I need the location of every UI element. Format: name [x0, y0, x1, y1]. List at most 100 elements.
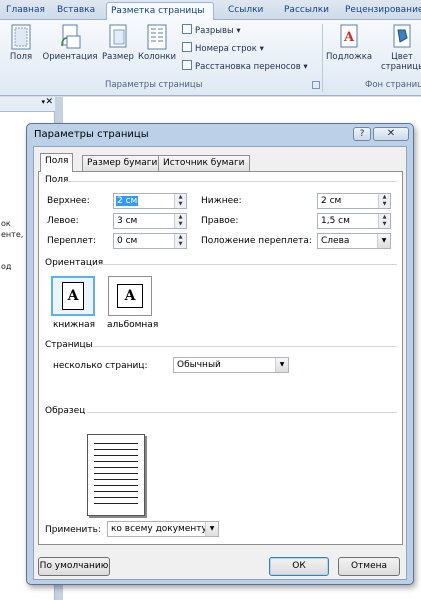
- page-setup-dialog: Параметры страницы ? ✕ Поля Размер бумаг…: [26, 123, 414, 585]
- hyphenation-button[interactable]: Расстановка переносов ▾: [182, 60, 308, 74]
- spin-down-icon[interactable]: ▼: [379, 221, 390, 228]
- section-divider: [97, 264, 397, 265]
- page-color-icon: [393, 24, 411, 48]
- watermark-label: Подложка: [326, 52, 373, 62]
- bottom-margin-spinner[interactable]: ▲ ▼: [378, 194, 390, 208]
- chevron-down-icon[interactable]: ▼: [377, 234, 390, 248]
- tab-margins[interactable]: Поля: [40, 153, 74, 172]
- section-divider: [87, 412, 397, 413]
- top-margin-label: Верхнее:: [47, 196, 90, 206]
- breaks-icon: [182, 24, 192, 34]
- tab-page-layout[interactable]: Разметка страницы: [106, 2, 214, 20]
- bottom-margin-field[interactable]: 2 см ▲ ▼: [317, 193, 391, 209]
- sample-page-preview: [87, 434, 145, 516]
- portrait-label[interactable]: книжная: [53, 320, 95, 330]
- spin-down-icon[interactable]: ▼: [175, 241, 186, 248]
- top-margin-field[interactable]: 2 см ▲ ▼: [113, 193, 187, 209]
- apply-to-value: ко всему документу: [111, 524, 207, 534]
- orientation-icon: [61, 24, 81, 49]
- multiple-pages-value: Обычный: [177, 360, 221, 370]
- doc-fragment-1: ок: [1, 219, 11, 228]
- line-numbers-button[interactable]: Номера строк ▾: [182, 42, 264, 56]
- size-button[interactable]: Размер: [101, 24, 135, 62]
- right-margin-field[interactable]: 1,5 см ▲ ▼: [317, 213, 391, 229]
- spin-up-icon[interactable]: ▲: [175, 234, 186, 241]
- multiple-pages-select[interactable]: Обычный ▼: [173, 357, 289, 373]
- top-margin-spinner[interactable]: ▲ ▼: [174, 194, 186, 208]
- size-label: Размер: [102, 52, 134, 62]
- portrait-page-icon: A: [62, 282, 84, 310]
- tab-references[interactable]: Ссылки: [224, 2, 267, 20]
- chevron-down-icon[interactable]: ▼: [275, 358, 288, 372]
- apply-to-select[interactable]: ко всему документу ▼: [107, 521, 219, 537]
- pane-close-icon[interactable]: ✕: [45, 97, 53, 107]
- gutter-position-select[interactable]: Слева ▼: [317, 233, 391, 249]
- margins-button[interactable]: Поля: [8, 24, 34, 62]
- dialog-title: Параметры страницы: [34, 129, 149, 140]
- hyphenation-label: Расстановка переносов: [195, 62, 301, 72]
- landscape-option[interactable]: A: [108, 276, 152, 316]
- gutter-field[interactable]: 0 см ▲ ▼: [113, 233, 187, 249]
- orientation-button[interactable]: Ориентация: [42, 24, 98, 62]
- right-margin-value: 1,5 см: [321, 216, 350, 226]
- orientation-options: A A книжная альбомная: [51, 276, 171, 336]
- margins-tab-panel: Поля Верхнее: 2 см ▲ ▼ Нижнее: 2 см ▲ ▼ Ле…: [38, 171, 403, 545]
- section-divider: [67, 181, 397, 182]
- apply-to-label: Применить:: [45, 525, 101, 535]
- help-button[interactable]: ?: [353, 127, 371, 141]
- page-setup-launcher-icon[interactable]: [312, 81, 320, 89]
- tab-paper-size[interactable]: Размер бумаги: [82, 155, 163, 171]
- tab-paper-source[interactable]: Источник бумаги: [158, 155, 250, 171]
- spin-up-icon[interactable]: ▲: [175, 214, 186, 221]
- columns-button[interactable]: Колонки: [137, 24, 177, 62]
- close-button[interactable]: ✕: [373, 127, 409, 141]
- cancel-button[interactable]: Отмена: [338, 557, 400, 576]
- portrait-option[interactable]: A: [51, 276, 95, 316]
- breaks-label: Разрывы: [195, 26, 234, 36]
- ok-button[interactable]: ОК: [269, 557, 329, 576]
- left-margin-spinner[interactable]: ▲ ▼: [174, 214, 186, 228]
- tab-mailings[interactable]: Рассылки: [280, 2, 333, 20]
- spin-up-icon[interactable]: ▲: [175, 194, 186, 201]
- tab-home[interactable]: Главная: [2, 2, 49, 20]
- orientation-label: Ориентация: [42, 52, 98, 62]
- pages-section-title: Страницы: [45, 340, 93, 350]
- hyphenation-icon: [182, 60, 192, 70]
- spin-up-icon[interactable]: ▲: [379, 194, 390, 201]
- page-color-button[interactable]: Цвет страницы: [381, 24, 421, 72]
- margins-label: Поля: [9, 52, 33, 62]
- columns-icon: [147, 24, 167, 50]
- gutter-spinner[interactable]: ▲ ▼: [174, 234, 186, 248]
- set-as-default-button[interactable]: По умолчанию: [38, 557, 110, 576]
- tab-insert[interactable]: Вставка: [53, 2, 99, 20]
- orientation-section-title: Ориентация: [45, 258, 104, 268]
- page-color-label-2: страницы: [381, 62, 421, 72]
- group-separator: [322, 24, 323, 92]
- line-numbers-label: Номера строк: [195, 44, 257, 54]
- spin-up-icon[interactable]: ▲: [379, 214, 390, 221]
- top-margin-value: 2 см: [116, 196, 139, 206]
- bottom-margin-value: 2 см: [321, 196, 342, 206]
- svg-text:A: A: [343, 30, 355, 45]
- spin-down-icon[interactable]: ▼: [379, 201, 390, 208]
- tab-review[interactable]: Рецензирование: [341, 2, 421, 20]
- bottom-margin-label: Нижнее:: [201, 196, 242, 206]
- gutter-position-label: Положение переплета:: [201, 236, 312, 246]
- page-color-label-1: Цвет: [391, 52, 413, 62]
- line-numbers-icon: [182, 42, 192, 52]
- breaks-button[interactable]: Разрывы ▾: [182, 24, 241, 38]
- ribbon-tab-bar: Главная Вставка Разметка страницы Ссылки…: [0, 0, 421, 20]
- spin-down-icon[interactable]: ▼: [175, 221, 186, 228]
- page-size-icon: [109, 24, 127, 48]
- spin-down-icon[interactable]: ▼: [175, 201, 186, 208]
- landscape-label[interactable]: альбомная: [107, 320, 158, 330]
- doc-fragment-2: енте,: [1, 230, 24, 239]
- chevron-down-icon[interactable]: ▼: [205, 522, 218, 536]
- left-margin-value: 3 см: [117, 216, 138, 226]
- left-margin-field[interactable]: 3 см ▲ ▼: [113, 213, 187, 229]
- watermark-button[interactable]: A Подложка: [326, 24, 372, 62]
- multiple-pages-label: несколько страниц:: [53, 361, 148, 371]
- columns-label: Колонки: [137, 52, 177, 62]
- margins-section-title: Поля: [45, 175, 69, 185]
- right-margin-spinner[interactable]: ▲ ▼: [378, 214, 390, 228]
